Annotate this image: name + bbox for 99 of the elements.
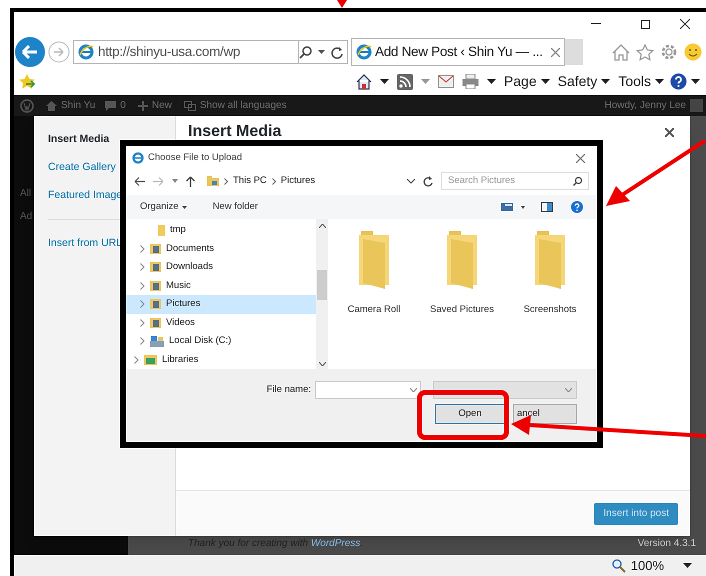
open-button[interactable]: Open [435, 404, 505, 424]
library-icon [144, 354, 157, 365]
browser-logo-icon [356, 44, 372, 60]
search-icon[interactable] [299, 46, 312, 58]
chevron-icon[interactable] [140, 318, 145, 327]
tab-title: Add New Post ‹ Shin Yu — ... [375, 42, 543, 61]
chevron-icon[interactable] [140, 263, 145, 272]
scrollbar-thumb[interactable] [317, 270, 327, 300]
chevron-icon[interactable] [134, 356, 139, 364]
caret-icon[interactable] [486, 79, 496, 84]
search-icon [573, 176, 582, 186]
address-field[interactable]: http://shinyu-usa.com/wp [73, 40, 299, 64]
browser-logo-icon [132, 152, 144, 164]
wordpress-link[interactable]: WordPress [310, 538, 360, 549]
smiley-icon[interactable] [684, 43, 702, 61]
scroll-up-icon[interactable] [318, 224, 326, 228]
settings-icon[interactable] [660, 43, 678, 61]
menu-button[interactable]: Page [504, 71, 550, 92]
chevron-icon[interactable] [140, 300, 145, 308]
chevron-icon[interactable] [140, 337, 145, 346]
caret-icon[interactable] [683, 563, 692, 568]
caret-icon[interactable] [407, 178, 415, 184]
close-icon[interactable] [680, 19, 690, 29]
star-icon[interactable] [636, 44, 654, 60]
annotation-arrow-tip [337, 0, 347, 8]
folder-icon [150, 262, 161, 272]
file-name-label: File name: [266, 382, 311, 397]
browser-tab[interactable]: Add New Post ‹ Shin Yu — ... [351, 38, 565, 66]
chevron-icon [272, 178, 276, 184]
home-icon[interactable] [356, 74, 372, 90]
caret-icon [540, 79, 550, 84]
folder-name[interactable]: Camera Roll [348, 303, 400, 318]
menu-button[interactable]: Safety [558, 71, 610, 92]
chevron-icon[interactable] [140, 244, 145, 253]
tree-item[interactable]: Libraries [126, 350, 316, 369]
folder-icon [150, 299, 161, 310]
modal-title: Insert Media [188, 122, 282, 142]
caret-icon[interactable] [318, 50, 325, 54]
folder-icon [150, 280, 161, 291]
cancel-button[interactable]: ancel [513, 404, 577, 424]
back-icon[interactable] [14, 36, 46, 68]
help-icon[interactable] [571, 201, 583, 213]
folder-icon [150, 318, 161, 328]
minimize-icon[interactable] [591, 23, 601, 25]
new-folder-button[interactable]: New folder [212, 200, 258, 214]
breadcrumb-item[interactable]: This PC [233, 174, 267, 188]
close-icon[interactable] [665, 128, 674, 136]
maximize-icon[interactable] [641, 20, 650, 28]
zoom-level[interactable]: 100% [630, 556, 664, 576]
favorites-star-icon[interactable] [18, 73, 36, 90]
folder-icon [158, 224, 165, 236]
refresh-icon[interactable] [423, 176, 433, 186]
organize-button[interactable]: Organize [140, 200, 187, 214]
mail-icon[interactable] [438, 75, 454, 88]
plus-icon [138, 100, 148, 110]
browser-logo-icon [78, 44, 94, 60]
caret-icon [410, 388, 417, 392]
tree-item[interactable]: Downloads [126, 258, 316, 276]
back-arrow-icon[interactable] [134, 176, 145, 186]
tree-item[interactable]: Pictures [126, 295, 316, 314]
file-name-field[interactable] [315, 381, 421, 399]
up-arrow-icon[interactable] [186, 176, 195, 186]
comment-icon [105, 100, 116, 110]
caret-icon[interactable] [691, 79, 700, 84]
feed-icon[interactable] [396, 74, 413, 90]
folder-name[interactable]: Screenshots [524, 303, 576, 318]
scroll-down-icon[interactable] [318, 362, 326, 366]
caret-icon[interactable] [521, 206, 525, 208]
caret-icon [655, 79, 664, 84]
help-icon[interactable] [670, 73, 687, 90]
folder-name[interactable]: Saved Pictures [430, 303, 494, 318]
wordpress-logo-icon[interactable] [20, 98, 34, 112]
caret-icon [182, 206, 187, 208]
view-options-icon[interactable] [501, 203, 513, 211]
menu-button[interactable]: Tools [618, 71, 664, 92]
folder-icon [150, 244, 161, 254]
url-text: http://shinyu-usa.com/wp [98, 42, 240, 61]
chevron-icon [224, 178, 228, 184]
breadcrumb-bar[interactable]: This PC Pictures [203, 172, 399, 190]
dialog-title: Choose File to Upload [148, 150, 242, 165]
zoom-icon[interactable] [612, 558, 626, 572]
printer-icon[interactable] [462, 74, 479, 89]
home-icon [46, 100, 57, 110]
languages-icon [184, 100, 196, 110]
scrollbar[interactable] [316, 219, 328, 369]
folder-icon [207, 176, 219, 186]
caret-icon [601, 79, 610, 84]
avatar [690, 99, 703, 112]
tree-item[interactable]: Local Disk (C:) [126, 332, 316, 350]
breadcrumb-item[interactable]: Pictures [280, 174, 316, 188]
refresh-icon[interactable] [331, 46, 343, 58]
drive-icon [150, 336, 164, 347]
caret-icon[interactable] [380, 79, 389, 84]
tree-item[interactable]: Music [126, 276, 316, 295]
version-text: Version 4.3.1 [638, 537, 696, 551]
chevron-icon[interactable] [140, 282, 145, 290]
caret-icon [565, 388, 572, 392]
preview-pane-icon[interactable] [541, 202, 553, 212]
tree-item[interactable]: Videos [126, 314, 316, 332]
